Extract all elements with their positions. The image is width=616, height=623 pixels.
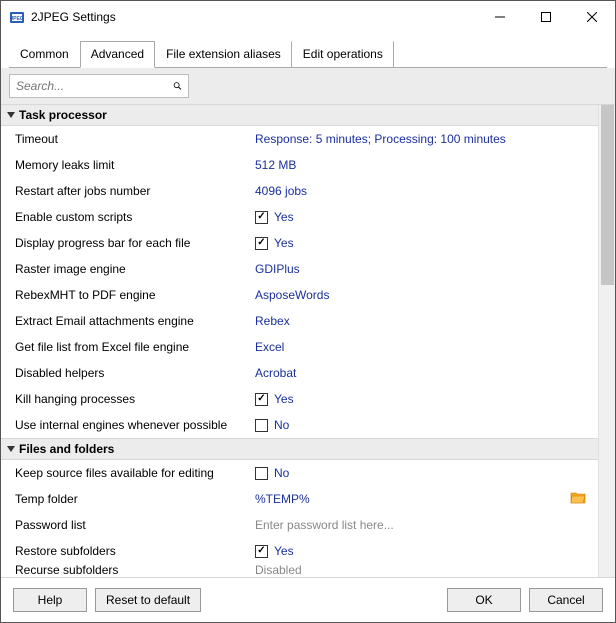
- reset-to-default-button[interactable]: Reset to default: [95, 588, 201, 612]
- setting-value[interactable]: %TEMP%: [255, 491, 592, 507]
- row-display-progress-bar[interactable]: Display progress bar for each file Yes: [1, 230, 598, 256]
- checkbox[interactable]: [255, 211, 268, 224]
- setting-label: Memory leaks limit: [15, 158, 255, 172]
- setting-label: Use internal engines whenever possible: [15, 418, 255, 432]
- setting-label: Display progress bar for each file: [15, 236, 255, 250]
- tabs-container: Common Advanced File extension aliases E…: [1, 32, 615, 68]
- titlebar: JPEG 2JPEG Settings: [1, 1, 615, 32]
- setting-label: RebexMHT to PDF engine: [15, 288, 255, 302]
- setting-label: Extract Email attachments engine: [15, 314, 255, 328]
- row-enable-custom-scripts[interactable]: Enable custom scripts Yes: [1, 204, 598, 230]
- setting-label: Raster image engine: [15, 262, 255, 276]
- setting-label: Disabled helpers: [15, 366, 255, 380]
- row-raster-image-engine[interactable]: Raster image engine GDIPlus: [1, 256, 598, 282]
- close-button[interactable]: [569, 2, 615, 32]
- window-controls: [477, 2, 615, 32]
- browse-folder-icon[interactable]: [570, 491, 586, 507]
- row-kill-hanging-processes[interactable]: Kill hanging processes Yes: [1, 386, 598, 412]
- setting-value[interactable]: Yes: [255, 392, 592, 406]
- checkbox[interactable]: [255, 393, 268, 406]
- content-area: Task processor Timeout Response: 5 minut…: [1, 104, 615, 577]
- maximize-button[interactable]: [523, 2, 569, 32]
- collapse-icon: [7, 446, 15, 452]
- setting-label: Keep source files available for editing: [15, 466, 255, 480]
- setting-label: Temp folder: [15, 492, 255, 506]
- setting-label: Password list: [15, 518, 255, 532]
- tab-file-extension-aliases[interactable]: File extension aliases: [155, 41, 292, 68]
- setting-value[interactable]: 512 MB: [255, 158, 592, 172]
- row-excel-file-list[interactable]: Get file list from Excel file engine Exc…: [1, 334, 598, 360]
- setting-value[interactable]: Yes: [255, 210, 592, 224]
- row-recurse-subfolders[interactable]: Recurse subfolders Disabled: [1, 564, 598, 577]
- checkbox[interactable]: [255, 237, 268, 250]
- row-disabled-helpers[interactable]: Disabled helpers Acrobat: [1, 360, 598, 386]
- setting-value[interactable]: Rebex: [255, 314, 592, 328]
- tab-edit-operations[interactable]: Edit operations: [292, 41, 394, 68]
- collapse-icon: [7, 112, 15, 118]
- setting-value[interactable]: AsposeWords: [255, 288, 592, 302]
- setting-value[interactable]: Excel: [255, 340, 592, 354]
- row-password-list[interactable]: Password list Enter password list here..…: [1, 512, 598, 538]
- setting-value[interactable]: Acrobat: [255, 366, 592, 380]
- section-task-processor[interactable]: Task processor: [1, 105, 598, 126]
- checkbox[interactable]: [255, 467, 268, 480]
- search-area: [1, 68, 615, 104]
- setting-label: Enable custom scripts: [15, 210, 255, 224]
- setting-value[interactable]: Response: 5 minutes; Processing: 100 min…: [255, 132, 592, 146]
- minimize-button[interactable]: [477, 2, 523, 32]
- search-box[interactable]: [9, 74, 189, 98]
- tab-common[interactable]: Common: [9, 41, 80, 68]
- setting-label: Restart after jobs number: [15, 184, 255, 198]
- row-memory-leaks-limit[interactable]: Memory leaks limit 512 MB: [1, 152, 598, 178]
- checkbox[interactable]: [255, 419, 268, 432]
- setting-label: Recurse subfolders: [15, 564, 255, 577]
- cancel-button[interactable]: Cancel: [529, 588, 603, 612]
- row-temp-folder[interactable]: Temp folder %TEMP%: [1, 486, 598, 512]
- row-keep-source-files[interactable]: Keep source files available for editing …: [1, 460, 598, 486]
- row-restart-after-jobs[interactable]: Restart after jobs number 4096 jobs: [1, 178, 598, 204]
- checkbox[interactable]: [255, 545, 268, 558]
- setting-label: Timeout: [15, 132, 255, 146]
- row-rebexmht-engine[interactable]: RebexMHT to PDF engine AsposeWords: [1, 282, 598, 308]
- setting-label: Restore subfolders: [15, 544, 255, 558]
- section-files-and-folders[interactable]: Files and folders: [1, 438, 598, 460]
- section-title: Files and folders: [19, 442, 114, 456]
- row-restore-subfolders[interactable]: Restore subfolders Yes: [1, 538, 598, 564]
- ok-button[interactable]: OK: [447, 588, 521, 612]
- vertical-scrollbar[interactable]: [598, 105, 615, 577]
- setting-value[interactable]: GDIPlus: [255, 262, 592, 276]
- setting-value[interactable]: Enter password list here...: [255, 518, 592, 532]
- footer: Help Reset to default OK Cancel: [1, 577, 615, 622]
- setting-value[interactable]: No: [255, 418, 592, 432]
- svg-text:JPEG: JPEG: [10, 16, 23, 22]
- help-button[interactable]: Help: [13, 588, 87, 612]
- scrollbar-thumb[interactable]: [601, 105, 614, 285]
- tabs: Common Advanced File extension aliases E…: [9, 40, 607, 68]
- setting-value[interactable]: Yes: [255, 544, 592, 558]
- setting-label: Get file list from Excel file engine: [15, 340, 255, 354]
- tab-advanced[interactable]: Advanced: [80, 41, 155, 68]
- setting-value[interactable]: Disabled: [255, 564, 592, 577]
- row-timeout[interactable]: Timeout Response: 5 minutes; Processing:…: [1, 126, 598, 152]
- setting-value[interactable]: 4096 jobs: [255, 184, 592, 198]
- setting-value[interactable]: Yes: [255, 236, 592, 250]
- search-icon: [173, 79, 182, 93]
- row-extract-email-attachments[interactable]: Extract Email attachments engine Rebex: [1, 308, 598, 334]
- app-icon: JPEG: [9, 9, 25, 25]
- setting-value[interactable]: No: [255, 466, 592, 480]
- search-input[interactable]: [16, 79, 173, 93]
- settings-grid: Task processor Timeout Response: 5 minut…: [1, 105, 598, 577]
- window-title: 2JPEG Settings: [31, 10, 477, 24]
- setting-label: Kill hanging processes: [15, 392, 255, 406]
- row-use-internal-engines[interactable]: Use internal engines whenever possible N…: [1, 412, 598, 438]
- section-title: Task processor: [19, 108, 107, 122]
